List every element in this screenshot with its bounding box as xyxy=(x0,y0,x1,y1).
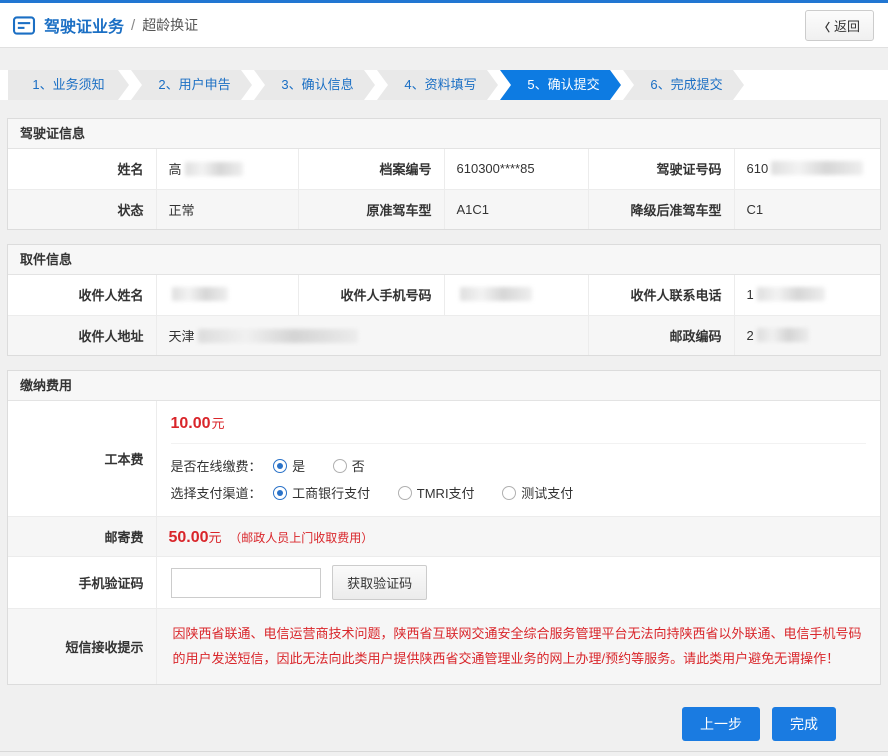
breadcrumb-subtitle: 超龄换证 xyxy=(142,15,198,35)
channel-tmri-label: TMRI支付 xyxy=(417,486,475,501)
redacted-blur xyxy=(172,287,228,301)
postal-code-label: 邮政编码 xyxy=(588,315,734,355)
page-title: 驾驶证业务 xyxy=(44,13,124,37)
tab-step-1[interactable]: 1、业务须知 xyxy=(8,70,129,100)
online-pay-question: 是否在线缴费： xyxy=(171,459,262,474)
table-row: 收件人姓名 收件人手机号码 收件人联系电话 1 xyxy=(8,275,880,315)
orig-class-label: 原准驾车型 xyxy=(298,189,444,229)
tab-step-5-active[interactable]: 5、确认提交 xyxy=(500,70,621,100)
payment-table: 工本费 10.00元 是否在线缴费： 是 否 选择支付渠道： 工商银行支付 TM… xyxy=(8,401,880,684)
recipient-address-label: 收件人地址 xyxy=(8,315,156,355)
sms-code-input[interactable] xyxy=(171,568,321,598)
redacted-blur xyxy=(771,161,863,175)
tab-step-2[interactable]: 2、用户申告 xyxy=(131,70,252,100)
tab-step-6[interactable]: 6、完成提交 xyxy=(623,70,744,100)
license-info-table: 姓名 高 档案编号 610300****85 驾驶证号码 610 状态 正常 原… xyxy=(8,149,880,229)
file-no-value: 610300****85 xyxy=(444,149,588,189)
channel-icbc-label: 工商银行支付 xyxy=(292,486,370,501)
mailing-fee-label: 邮寄费 xyxy=(8,517,156,557)
channel-test-label: 测试支付 xyxy=(521,486,573,501)
sms-code-cell: 获取验证码 xyxy=(156,557,880,609)
sms-code-label: 手机验证码 xyxy=(8,557,156,609)
production-fee-cell: 10.00元 是否在线缴费： 是 否 选择支付渠道： 工商银行支付 TMRI支付… xyxy=(156,401,880,517)
recipient-name-value xyxy=(156,275,298,315)
back-label: 返回 xyxy=(834,19,860,34)
downgraded-class-label: 降级后准驾车型 xyxy=(588,189,734,229)
redacted-blur xyxy=(185,162,243,176)
page-header: 驾驶证业务 / 超龄换证 〈返回 xyxy=(0,3,888,48)
recipient-phone-label: 收件人联系电话 xyxy=(588,275,734,315)
back-chevron-icon: 〈 xyxy=(819,22,830,34)
online-pay-no-label: 否 xyxy=(352,459,365,474)
table-row: 工本费 10.00元 是否在线缴费： 是 否 选择支付渠道： 工商银行支付 TM… xyxy=(8,401,880,517)
orig-class-value: A1C1 xyxy=(444,189,588,229)
previous-step-button[interactable]: 上一步 xyxy=(682,707,760,741)
table-row: 姓名 高 档案编号 610300****85 驾驶证号码 610 xyxy=(8,149,880,189)
finish-button[interactable]: 完成 xyxy=(772,707,836,741)
channel-icbc-radio[interactable] xyxy=(273,486,287,500)
online-pay-yes-radio[interactable] xyxy=(273,459,287,473)
license-info-section: 驾驶证信息 姓名 高 档案编号 610300****85 驾驶证号码 610 状… xyxy=(7,118,881,230)
file-no-label: 档案编号 xyxy=(298,149,444,189)
pickup-info-section: 取件信息 收件人姓名 收件人手机号码 收件人联系电话 1 收件人地址 天津 邮政… xyxy=(7,244,881,356)
sms-notice-text: 因陕西省联通、电信运营商技术问题，陕西省互联网交通安全综合服务管理平台无法向持陕… xyxy=(173,621,865,672)
license-no-label: 驾驶证号码 xyxy=(588,149,734,189)
recipient-mobile-value xyxy=(444,275,588,315)
online-pay-row: 是否在线缴费： 是 否 xyxy=(171,452,867,479)
name-value: 高 xyxy=(156,149,298,189)
back-button[interactable]: 〈返回 xyxy=(805,10,874,41)
pickup-info-table: 收件人姓名 收件人手机号码 收件人联系电话 1 收件人地址 天津 邮政编码 2 xyxy=(8,275,880,355)
downgraded-class-value: C1 xyxy=(734,189,880,229)
redacted-blur xyxy=(460,287,532,301)
table-row: 短信接收提示 因陕西省联通、电信运营商技术问题，陕西省互联网交通安全综合服务管理… xyxy=(8,609,880,684)
pay-channel-question: 选择支付渠道： xyxy=(171,486,262,501)
online-pay-no-radio[interactable] xyxy=(333,459,347,473)
footer-actions: 上一步 完成 xyxy=(0,707,888,741)
pickup-section-title: 取件信息 xyxy=(8,245,880,275)
get-code-button[interactable]: 获取验证码 xyxy=(332,565,427,600)
page-bottom-divider xyxy=(0,751,888,752)
redacted-blur xyxy=(198,329,358,343)
postal-code-value: 2 xyxy=(734,315,880,355)
recipient-mobile-label: 收件人手机号码 xyxy=(298,275,444,315)
step-tabs: 1、业务须知 2、用户申告 3、确认信息 4、资料填写 5、确认提交 6、完成提… xyxy=(0,70,888,100)
online-pay-yes-label: 是 xyxy=(292,459,305,474)
payment-section-title: 缴纳费用 xyxy=(8,371,880,401)
license-no-value: 610 xyxy=(734,149,880,189)
breadcrumb-separator: / xyxy=(131,17,135,34)
status-label: 状态 xyxy=(8,189,156,229)
sms-notice-label: 短信接收提示 xyxy=(8,609,156,684)
license-business-icon xyxy=(12,16,36,35)
mailing-fee-amount: 50.00元 xyxy=(169,529,222,546)
recipient-address-value: 天津 xyxy=(156,315,588,355)
recipient-name-label: 收件人姓名 xyxy=(8,275,156,315)
tab-step-3[interactable]: 3、确认信息 xyxy=(254,70,375,100)
channel-test-radio[interactable] xyxy=(502,486,516,500)
table-row: 手机验证码 获取验证码 xyxy=(8,557,880,609)
sms-notice-cell: 因陕西省联通、电信运营商技术问题，陕西省互联网交通安全综合服务管理平台无法向持陕… xyxy=(156,609,880,684)
recipient-phone-value: 1 xyxy=(734,275,880,315)
table-row: 邮寄费 50.00元 （邮政人员上门收取费用） xyxy=(8,517,880,557)
name-label: 姓名 xyxy=(8,149,156,189)
channel-tmri-radio[interactable] xyxy=(398,486,412,500)
pay-channel-row: 选择支付渠道： 工商银行支付 TMRI支付 测试支付 xyxy=(171,479,867,506)
table-row: 收件人地址 天津 邮政编码 2 xyxy=(8,315,880,355)
production-fee-label: 工本费 xyxy=(8,401,156,517)
mailing-fee-cell: 50.00元 （邮政人员上门收取费用） xyxy=(156,517,880,557)
redacted-blur xyxy=(757,287,825,301)
redacted-blur xyxy=(757,328,809,342)
table-row: 状态 正常 原准驾车型 A1C1 降级后准驾车型 C1 xyxy=(8,189,880,229)
tab-step-4[interactable]: 4、资料填写 xyxy=(377,70,498,100)
status-value: 正常 xyxy=(156,189,298,229)
payment-section: 缴纳费用 工本费 10.00元 是否在线缴费： 是 否 选择支付渠道： 工商银行… xyxy=(7,370,881,685)
license-section-title: 驾驶证信息 xyxy=(8,119,880,149)
mailing-fee-note: （邮政人员上门收取费用） xyxy=(229,531,373,545)
production-fee-amount: 10.00元 xyxy=(171,411,867,444)
